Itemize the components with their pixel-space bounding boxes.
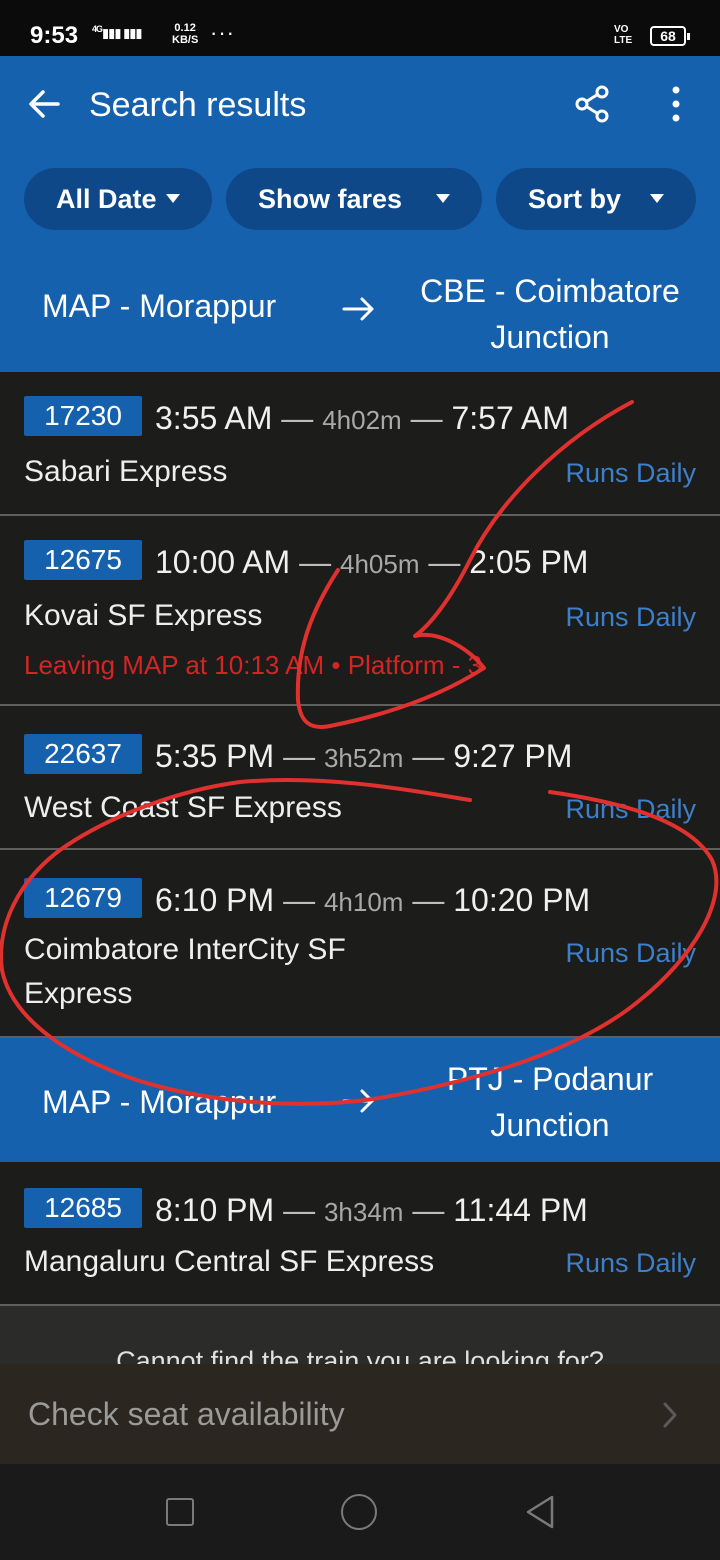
train-number: 22637	[24, 734, 142, 774]
depart-time: 5:35 PM	[155, 738, 275, 774]
train-number: 12679	[24, 878, 142, 918]
signal-icon: 4G▮▮▮ ▮▮▮	[92, 24, 143, 41]
departure-alert: Leaving MAP at 10:13 AM • Platform - 3	[24, 650, 483, 680]
train-name: Sabari Express	[24, 455, 228, 488]
duration: 4h10m	[323, 887, 404, 917]
all-dates-label: All Date	[56, 184, 157, 214]
duration: 4h02m	[322, 405, 402, 435]
train-times: 3:55 AM — 4h02m — 7:57 AM	[155, 400, 569, 436]
arrow-right-icon	[342, 297, 374, 321]
home-icon[interactable]	[341, 1494, 377, 1530]
duration: 3h34m	[323, 1197, 404, 1227]
runs-daily: Runs Daily	[565, 938, 696, 968]
page-title: Search results	[89, 86, 307, 124]
train-times: 8:10 PM — 3h34m — 11:44 PM	[155, 1192, 588, 1228]
battery-icon: 68	[650, 26, 690, 46]
back-arrow-icon[interactable]	[24, 84, 64, 124]
train-row[interactable]: 12679 6:10 PM — 4h10m — 10:20 PM Coimbat…	[0, 850, 720, 1038]
share-icon[interactable]	[574, 84, 610, 124]
caret-down-icon	[650, 194, 664, 203]
cannot-find-section: Cannot find the train you are looking fo…	[0, 1306, 720, 1364]
check-seat-label: Check seat availability	[28, 1396, 345, 1432]
show-fares-label: Show fares	[258, 184, 403, 214]
cannot-find-text: Cannot find the train you are looking fo…	[116, 1346, 604, 1364]
status-bar: 9:53 4G▮▮▮ ▮▮▮ 0.12 KB/S ··· VO LTE 68	[0, 0, 720, 56]
depart-time: 3:55 AM	[155, 400, 273, 436]
runs-daily: Runs Daily	[565, 794, 696, 824]
train-times: 5:35 PM — 3h52m — 9:27 PM	[155, 738, 573, 774]
arrive-time: 9:27 PM	[453, 738, 573, 774]
arrive-time: 2:05 PM	[469, 544, 589, 580]
depart-time: 6:10 PM	[155, 882, 275, 918]
depart-time: 10:00 AM	[155, 544, 291, 580]
train-number: 12675	[24, 540, 142, 580]
train-times: 10:00 AM — 4h05m — 2:05 PM	[155, 544, 589, 580]
status-time: 9:53	[30, 22, 79, 49]
route-to: PTJ - Podanur Junction	[446, 1061, 654, 1143]
sort-by-label: Sort by	[528, 184, 622, 214]
chevron-right-icon	[663, 1402, 677, 1428]
speed-unit: KB/S	[172, 34, 199, 46]
train-times: 6:10 PM — 4h10m — 10:20 PM	[155, 882, 591, 918]
route-header: MAP - Morappur PTJ - Podanur Junction	[0, 1038, 720, 1162]
more-vert-icon[interactable]	[660, 84, 692, 124]
check-seat-availability-button[interactable]: Check seat availability	[0, 1364, 720, 1464]
train-name: Kovai SF Express	[24, 599, 263, 632]
more-notifications-icon: ···	[210, 20, 235, 45]
show-fares-filter[interactable]: Show fares	[226, 168, 482, 230]
train-row[interactable]: 12675 10:00 AM — 4h05m — 2:05 PM Kovai S…	[0, 516, 720, 706]
runs-daily: Runs Daily	[565, 458, 696, 488]
sort-by-filter[interactable]: Sort by	[496, 168, 696, 230]
train-number: 12685	[24, 1188, 142, 1228]
arrive-time: 7:57 AM	[451, 400, 569, 436]
route-from: MAP - Morappur	[42, 288, 277, 324]
train-row[interactable]: 12685 8:10 PM — 3h34m — 11:44 PM Mangalu…	[0, 1162, 720, 1306]
all-dates-filter[interactable]: All Date	[24, 168, 212, 230]
duration: 3h52m	[323, 743, 404, 773]
back-triangle-icon[interactable]	[522, 1494, 558, 1530]
recents-icon[interactable]	[166, 1498, 194, 1526]
route-header: MAP - Morappur CBE - Coimbatore Junction	[0, 248, 720, 372]
network-type: 4G	[92, 24, 103, 34]
arrive-time: 10:20 PM	[453, 882, 591, 918]
arrow-right-icon	[342, 1089, 374, 1113]
app-header: Search results All Date Show fares Sort …	[0, 56, 720, 248]
runs-daily: Runs Daily	[565, 602, 696, 632]
caret-down-icon	[166, 194, 180, 203]
train-name: Coimbatore InterCity SF Express	[24, 933, 346, 1010]
arrive-time: 11:44 PM	[453, 1192, 588, 1228]
train-name: West Coast SF Express	[24, 791, 342, 824]
train-row[interactable]: 22637 5:35 PM — 3h52m — 9:27 PM West Coa…	[0, 706, 720, 850]
route-to: CBE - Coimbatore Junction	[420, 273, 680, 355]
route-from: MAP - Morappur	[42, 1084, 277, 1120]
depart-time: 8:10 PM	[155, 1192, 275, 1228]
system-nav-bar	[0, 1464, 720, 1560]
train-number: 17230	[24, 396, 142, 436]
speed-value: 0.12	[174, 22, 196, 34]
train-name: Mangaluru Central SF Express	[24, 1245, 435, 1278]
volte-icon: VO LTE	[614, 24, 633, 46]
duration: 4h05m	[339, 549, 420, 579]
network-speed: 0.12 KB/S	[172, 22, 198, 46]
runs-daily: Runs Daily	[565, 1248, 696, 1278]
train-row[interactable]: 17230 3:55 AM — 4h02m — 7:57 AM Sabari E…	[0, 372, 720, 516]
caret-down-icon	[436, 194, 450, 203]
